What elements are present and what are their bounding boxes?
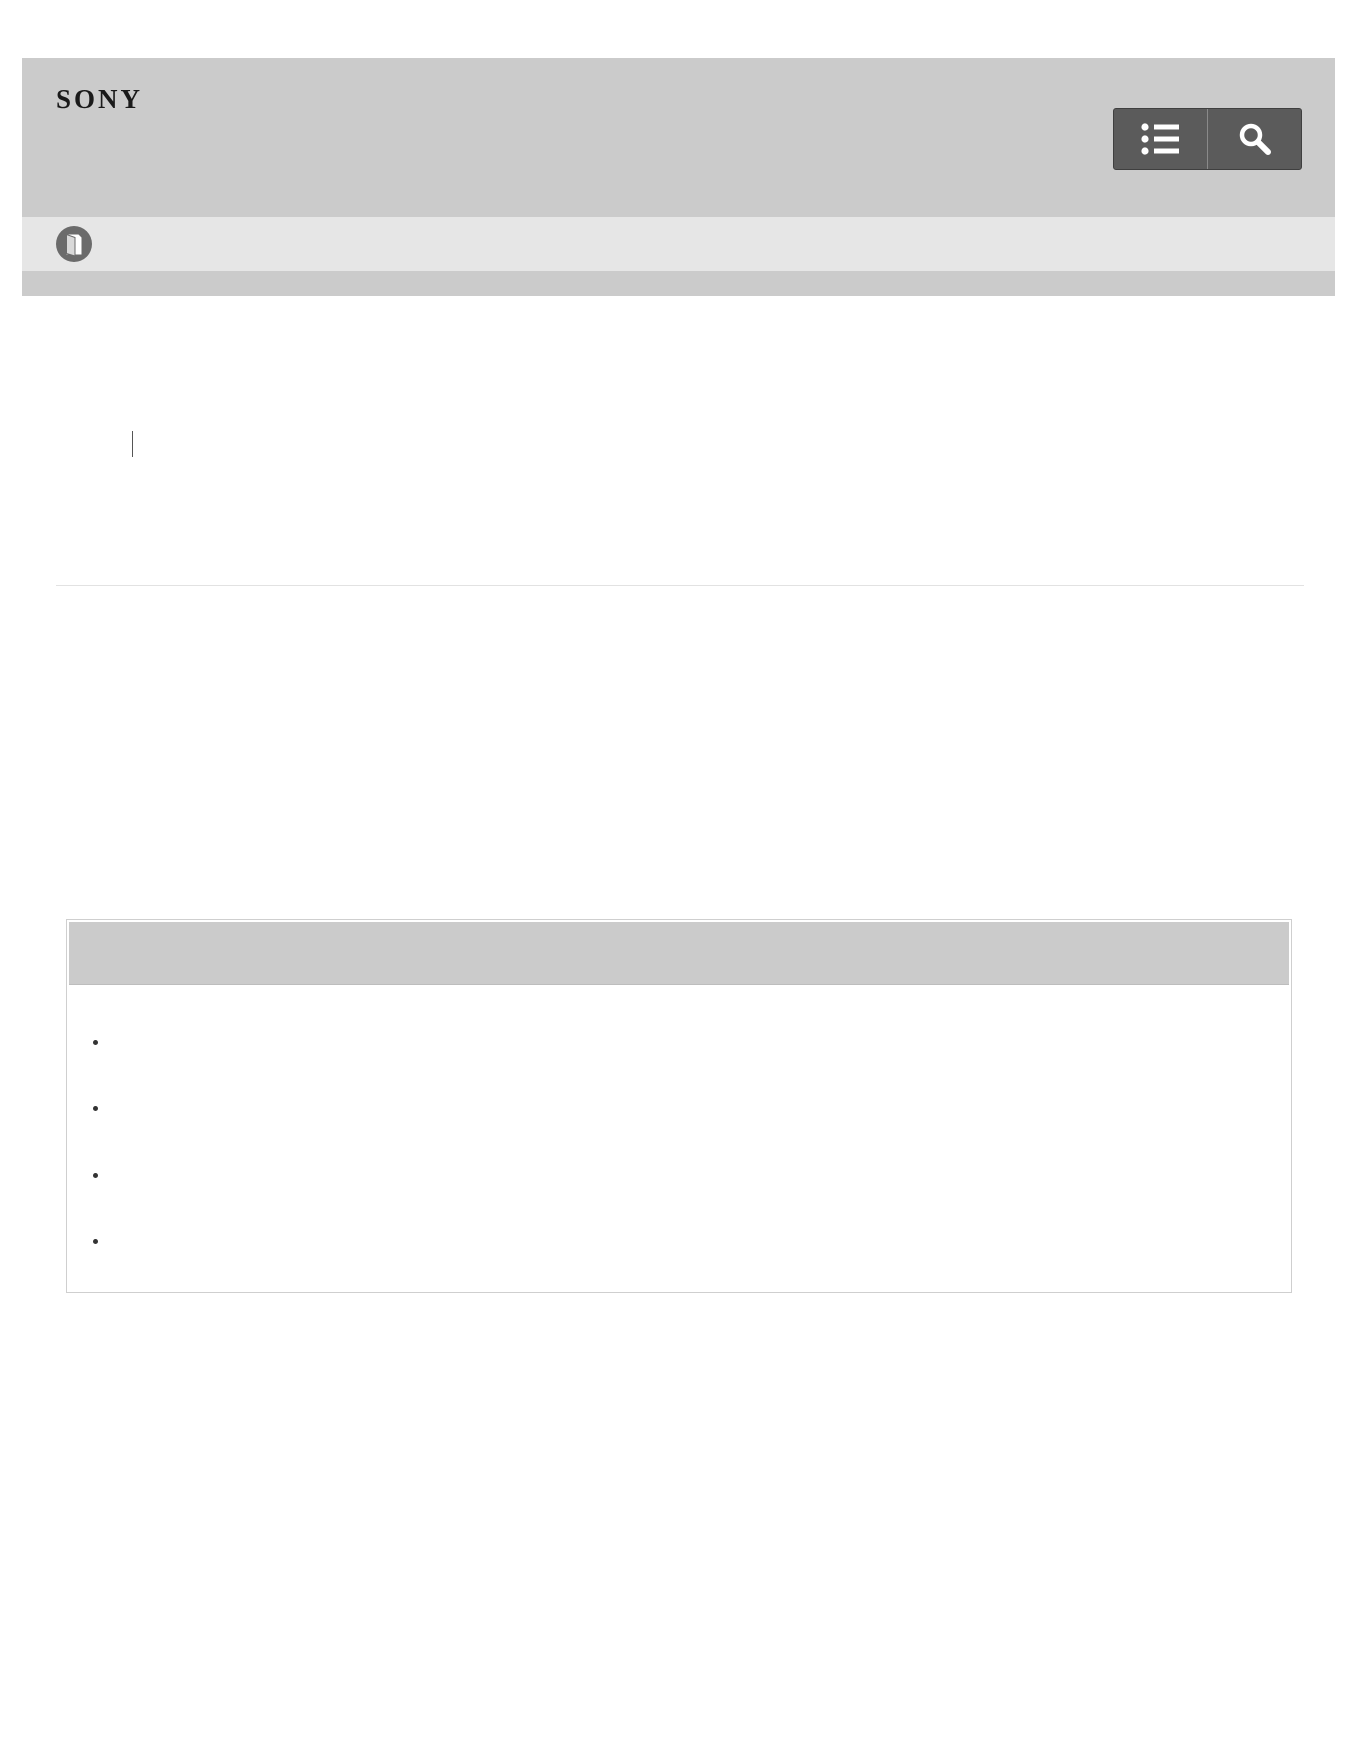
header-underbar [22,271,1335,296]
note-heading [69,922,1289,985]
note-list-item [67,1166,1291,1186]
search-button[interactable] [1207,109,1301,169]
menu-button[interactable] [1114,109,1207,169]
bullet-icon [93,1173,98,1178]
sony-logo[interactable]: SONY [56,84,143,115]
bullet-icon [93,1106,98,1111]
title-divider [56,585,1304,586]
header-button-group [1113,108,1302,170]
list-icon [1140,123,1179,155]
note-list-item [67,1033,1291,1053]
site-header: SONY [22,58,1335,217]
note-list-item [67,1099,1291,1119]
manual-bar [22,217,1335,271]
search-icon [1239,123,1271,155]
bullet-icon [93,1040,98,1045]
breadcrumb-separator [132,431,133,457]
manual-icon[interactable] [56,226,92,262]
note-box [66,919,1292,1293]
note-list-item [67,1232,1291,1252]
bullet-icon [93,1239,98,1244]
